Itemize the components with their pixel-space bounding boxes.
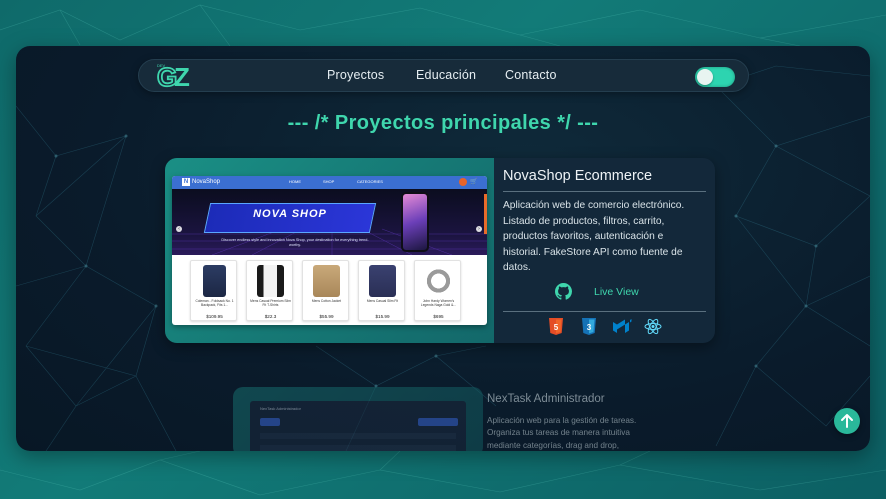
preview-hero: NOVA SHOP Discover endless style and inn… bbox=[172, 189, 487, 255]
project-preview: N NovaShop HOME SHOP CATEGORIES 🛒 NOVA S… bbox=[165, 158, 494, 343]
preview-product-card: Coleman - Foldsack No. 1 Backpack, Fits … bbox=[190, 260, 237, 321]
preview-navbar: N NovaShop HOME SHOP CATEGORIES 🛒 bbox=[172, 176, 487, 189]
product-price: $22.3 bbox=[264, 314, 277, 319]
product-name: Mens Casual Premium Slim Fit T-Shirts bbox=[250, 299, 291, 307]
product-price: $15.99 bbox=[375, 314, 390, 319]
preview-product-card: Mens Casual Slim Fit $15.99 bbox=[358, 260, 405, 321]
logo-icon[interactable]: G Z DEV bbox=[155, 61, 199, 91]
live-view-link[interactable]: Live View bbox=[594, 286, 639, 298]
product-image bbox=[425, 265, 452, 297]
project-card-nextask: NexTask Administrador bbox=[233, 387, 483, 451]
github-icon[interactable] bbox=[555, 283, 572, 300]
project-info: NovaShop Ecommerce Aplicación web de com… bbox=[494, 158, 715, 343]
project-card-novashop: N NovaShop HOME SHOP CATEGORIES 🛒 NOVA S… bbox=[165, 158, 715, 343]
app-window: G Z DEV Proyectos Educación Contacto ---… bbox=[16, 46, 870, 451]
preview-menu-home: HOME bbox=[289, 179, 301, 184]
preview-product-card: Mens Casual Premium Slim Fit T-Shirts $2… bbox=[246, 260, 293, 321]
css3-icon: 3 bbox=[582, 318, 596, 335]
project-screenshot: N NovaShop HOME SHOP CATEGORIES 🛒 NOVA S… bbox=[172, 176, 487, 325]
react-icon bbox=[644, 318, 662, 335]
arrow-up-icon bbox=[841, 414, 853, 428]
nav-contacto[interactable]: Contacto bbox=[505, 68, 557, 82]
product-name: John Hardy Women's Legends Naga Gold &..… bbox=[420, 299, 457, 307]
project-screenshot: NexTask Administrador bbox=[250, 401, 466, 451]
product-price: $109.95 bbox=[206, 314, 223, 319]
preview-prev-arrow-icon: ‹ bbox=[176, 226, 182, 232]
preview-button bbox=[418, 418, 458, 426]
product-name: Mens Cotton Jacket bbox=[311, 299, 342, 303]
product-image bbox=[257, 265, 284, 297]
preview-user-icon bbox=[459, 178, 467, 186]
product-image bbox=[313, 265, 340, 297]
top-navbar: G Z DEV Proyectos Educación Contacto bbox=[138, 59, 749, 92]
preview-hero-subtitle: Discover endless style and innovation No… bbox=[221, 238, 369, 247]
project-description: Aplicación web de comercio electrónico. … bbox=[503, 200, 685, 273]
product-name: Coleman - Foldsack No. 1 Backpack, Fits … bbox=[195, 299, 234, 307]
divider bbox=[503, 191, 706, 192]
preview-cart-icon: 🛒 bbox=[470, 178, 478, 185]
svg-text:Z: Z bbox=[174, 62, 190, 91]
divider bbox=[503, 311, 706, 312]
preview-next-arrow-icon: › bbox=[476, 226, 482, 232]
product-name: Mens Casual Slim Fit bbox=[366, 299, 399, 303]
preview-table-row bbox=[260, 445, 456, 451]
product-image bbox=[369, 265, 396, 297]
project-title: NexTask Administrador bbox=[487, 393, 605, 405]
preview-product-card: John Hardy Women's Legends Naga Gold &..… bbox=[414, 260, 461, 321]
toggle-knob bbox=[697, 69, 713, 85]
product-price: $695 bbox=[433, 314, 444, 319]
preview-menu-categories: CATEGORIES bbox=[357, 179, 383, 184]
svg-text:5: 5 bbox=[554, 323, 559, 332]
preview-phone-image bbox=[401, 192, 429, 252]
product-price: $55.99 bbox=[319, 314, 334, 319]
theme-toggle[interactable] bbox=[695, 67, 735, 87]
section-title: --- /* Proyectos principales */ --- bbox=[287, 112, 599, 134]
svg-text:DEV: DEV bbox=[157, 63, 166, 68]
preview-table-header bbox=[260, 433, 456, 439]
preview-brand: NexTask Administrador bbox=[260, 406, 301, 411]
preview-brand: N NovaShop bbox=[182, 178, 221, 186]
preview-accent-strip bbox=[484, 194, 487, 234]
project-title: NovaShop Ecommerce bbox=[503, 168, 653, 184]
preview-hero-title: NOVA SHOP bbox=[253, 208, 327, 220]
svg-text:3: 3 bbox=[587, 323, 592, 332]
preview-product-card: Mens Cotton Jacket $55.99 bbox=[302, 260, 349, 321]
project-description: Aplicación web para la gestión de tareas… bbox=[487, 416, 637, 450]
mui-icon bbox=[613, 319, 632, 333]
preview-menu-shop: SHOP bbox=[323, 179, 335, 184]
product-image bbox=[203, 265, 226, 297]
nav-proyectos[interactable]: Proyectos bbox=[327, 68, 384, 82]
html5-icon: 5 bbox=[549, 318, 563, 335]
nav-educacion[interactable]: Educación bbox=[416, 68, 476, 82]
preview-button bbox=[260, 418, 280, 426]
scroll-to-top-button[interactable] bbox=[834, 408, 860, 434]
